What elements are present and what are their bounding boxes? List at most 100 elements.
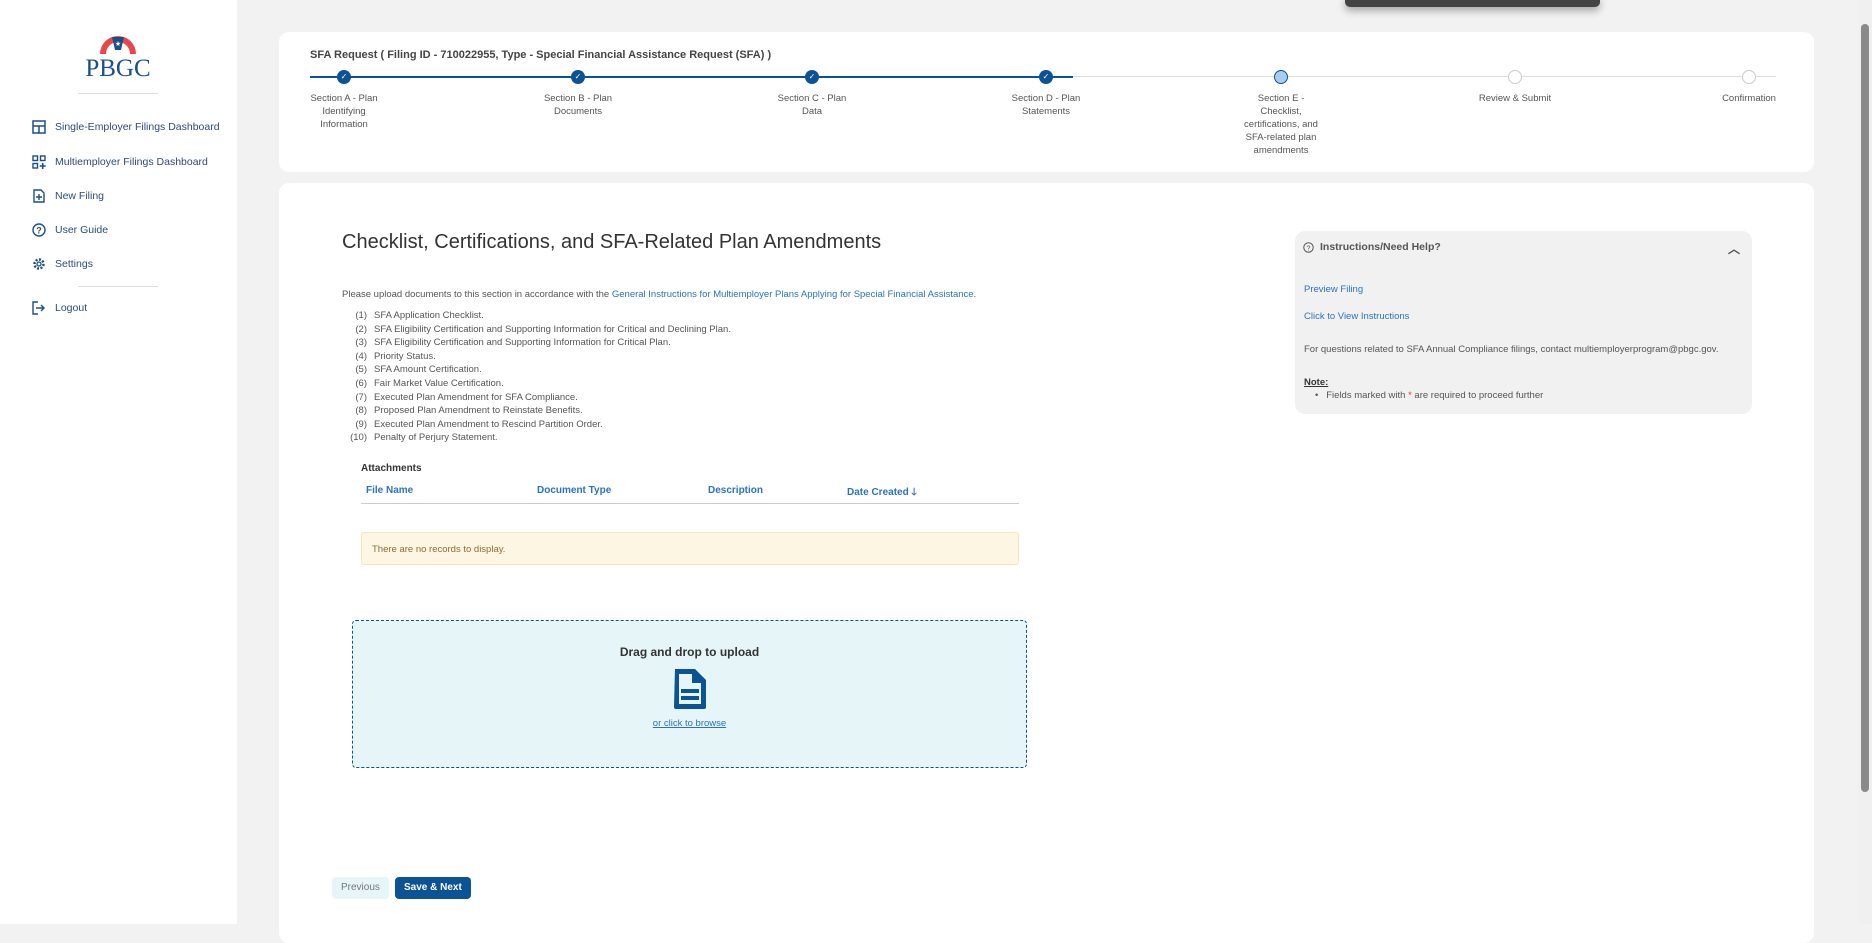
step-label: Section A - Plan Identifying Information	[310, 93, 378, 130]
general-instructions-link[interactable]: General Instructions for Multiemployer P…	[612, 289, 976, 300]
tooltip	[1345, 0, 1600, 7]
step-label: Review & Submit	[1478, 93, 1552, 104]
sidebar-item-label: Multiemployer Filings Dashboard	[55, 156, 208, 168]
step-current-marker[interactable]	[1274, 70, 1288, 84]
step-label: Confirmation	[1722, 93, 1776, 104]
list-item: (3) SFA Eligibility Certification and Sup…	[342, 336, 731, 350]
list-item: (8) Proposed Plan Amendment to Reinstate …	[342, 404, 731, 418]
file-plus-icon	[33, 189, 45, 203]
item-number: (2)	[355, 323, 367, 335]
list-item: (4) Priority Status.	[342, 350, 731, 364]
sidebar-item-label: Single-Employer Filings Dashboard	[55, 121, 220, 133]
item-text: Proposed Plan Amendment to Reinstate Ben…	[374, 405, 583, 417]
list-item: (1) SFA Application Checklist.	[342, 309, 731, 323]
filing-title: SFA Request ( Filing ID - 710022955, Typ…	[310, 49, 772, 61]
svg-text:?: ?	[36, 226, 42, 236]
progress-line-pending	[1073, 76, 1776, 77]
check-icon[interactable]: ✓	[571, 70, 585, 84]
upload-dropzone[interactable]: Drag and drop to upload or click to brow…	[352, 620, 1027, 768]
check-icon[interactable]: ✓	[337, 70, 351, 84]
step-pending-marker[interactable]	[1742, 70, 1756, 84]
sidebar-item-new-filing[interactable]: New Filing	[32, 189, 104, 203]
sidebar-item-multiemployer-dashboard[interactable]: Multiemployer Filings Dashboard	[32, 155, 208, 169]
item-number: (3)	[355, 337, 367, 349]
contact-text: For questions related to SFA Annual Comp…	[1304, 344, 1719, 355]
sidebar: ★ PBGC Single-Employer Filings Dashboard…	[0, 0, 237, 924]
note-item: • Fields marked with * are required to p…	[1315, 390, 1544, 401]
sidebar-divider	[78, 93, 158, 94]
sidebar-item-settings[interactable]: Settings	[32, 257, 93, 271]
column-file-name[interactable]: File Name	[366, 485, 413, 496]
logout-label: Logout	[55, 302, 88, 314]
item-text: SFA Eligibility Certification and Suppor…	[374, 323, 731, 335]
list-item: (2) SFA Eligibility Certification and Sup…	[342, 323, 731, 337]
sidebar-item-single-employer-dashboard[interactable]: Single-Employer Filings Dashboard	[32, 120, 220, 134]
intro-label: Please upload documents to this section …	[342, 289, 612, 300]
item-number: (7)	[355, 391, 367, 403]
previous-button[interactable]: Previous	[332, 877, 389, 899]
item-text: Executed Plan Amendment for SFA Complian…	[374, 391, 578, 403]
sidebar-item-label: Settings	[55, 258, 93, 270]
dashboard-icon	[32, 120, 46, 134]
item-number: (4)	[355, 350, 367, 362]
logout-icon	[32, 301, 45, 315]
column-description[interactable]: Description	[708, 485, 763, 496]
browse-link[interactable]: or click to browse	[653, 718, 726, 729]
item-text: Penalty of Perjury Statement.	[374, 432, 498, 444]
list-item: (10) Penalty of Perjury Statement.	[342, 431, 731, 445]
grid-plus-icon	[32, 155, 46, 169]
dropzone-title: Drag and drop to upload	[619, 645, 760, 659]
sidebar-item-user-guide[interactable]: ? User Guide	[32, 223, 108, 237]
save-next-button[interactable]: Save & Next	[395, 877, 471, 899]
gear-icon	[33, 258, 45, 270]
view-instructions-link[interactable]: Click to View Instructions	[1304, 311, 1409, 322]
attachments-label: Attachments	[361, 463, 422, 474]
no-records-message: There are no records to display.	[361, 532, 1019, 565]
question-circle-icon: ?	[1303, 242, 1314, 253]
intro-text: Please upload documents to this section …	[342, 289, 976, 300]
item-number: (10)	[350, 432, 367, 444]
item-text: SFA Eligibility Certification and Suppor…	[374, 337, 671, 349]
item-number: (5)	[355, 364, 367, 376]
collapse-chevron-up-icon[interactable]: ︿	[1728, 240, 1740, 257]
item-number: (8)	[355, 405, 367, 417]
step-label: Section B - Plan Documents	[543, 93, 613, 117]
pbgc-logo[interactable]: ★ PBGC	[78, 28, 158, 80]
document-list: (1) SFA Application Checklist. (2) SFA Elig…	[342, 309, 731, 445]
help-panel: ? Instructions/Need Help? ︿ Preview Fili…	[1295, 231, 1752, 414]
item-number: (6)	[355, 377, 367, 389]
item-text: SFA Amount Certification.	[374, 364, 482, 376]
step-label: Section D - Plan Statements	[1011, 93, 1081, 117]
column-label: Date Created	[847, 487, 909, 498]
table-header-divider	[361, 503, 1019, 504]
sidebar-item-label: New Filing	[55, 190, 105, 202]
item-text: Fair Market Value Certification.	[374, 377, 504, 389]
sort-down-arrow-icon: 🡓	[911, 487, 917, 498]
sidebar-item-label: User Guide	[55, 224, 109, 236]
page-heading: Checklist, Certifications, and SFA-Relat…	[342, 231, 882, 253]
check-icon[interactable]: ✓	[805, 70, 819, 84]
svg-text:★: ★	[115, 40, 121, 48]
item-text: Priority Status.	[374, 350, 436, 362]
column-date-created[interactable]: Date Created 🡓	[847, 485, 917, 502]
preview-filing-link[interactable]: Preview Filing	[1304, 284, 1363, 295]
svg-text:PBGC: PBGC	[85, 55, 150, 80]
step-label: Section E - Checklist, certifications, a…	[1244, 93, 1318, 156]
item-number: (1)	[355, 310, 367, 321]
scrollbar[interactable]	[1858, 0, 1872, 924]
question-circle-icon: ?	[32, 223, 46, 237]
progress-card: SFA Request ( Filing ID - 710022955, Typ…	[279, 32, 1814, 172]
item-number: (9)	[355, 418, 367, 430]
list-item: (6) Fair Market Value Certification.	[342, 377, 731, 391]
help-title: Instructions/Need Help?	[1320, 241, 1441, 253]
logout-button[interactable]: Logout	[32, 301, 87, 315]
step-label: Section C - Plan Data	[777, 93, 847, 117]
step-pending-marker[interactable]	[1508, 70, 1522, 84]
progress-line-complete	[310, 76, 1073, 78]
sidebar-divider	[78, 286, 158, 287]
check-icon[interactable]: ✓	[1039, 70, 1053, 84]
item-text: SFA Application Checklist.	[374, 310, 484, 321]
column-document-type[interactable]: Document Type	[537, 485, 611, 496]
list-item: (5) SFA Amount Certification.	[342, 363, 731, 377]
scrollbar-thumb[interactable]	[1861, 24, 1869, 792]
